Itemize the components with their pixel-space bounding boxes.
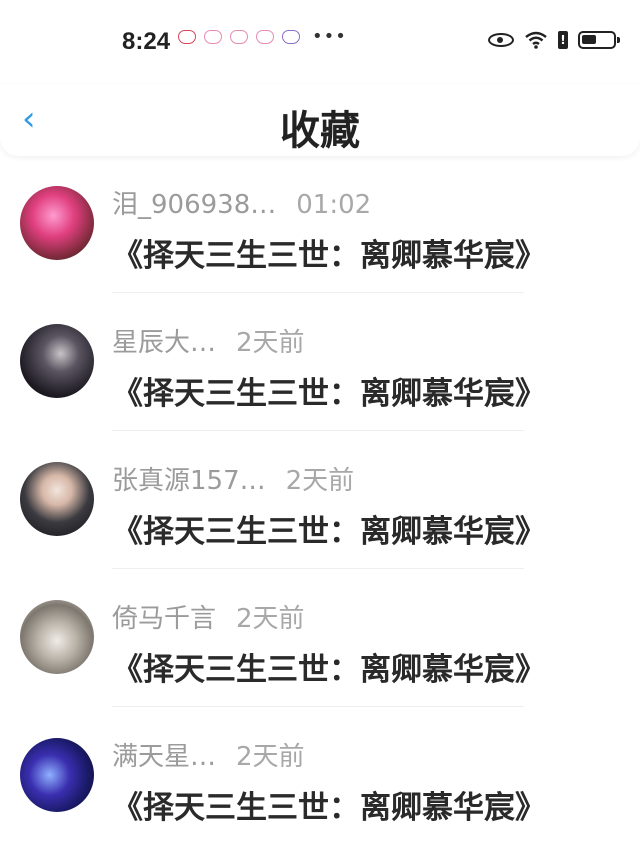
- more-notifications-icon: •••: [312, 26, 347, 47]
- username: 张真源157…: [112, 466, 266, 496]
- page-title: 收藏: [280, 108, 360, 154]
- item-meta: 满天星… 2天前: [112, 736, 305, 773]
- favorites-list: 泪_906938… 01:02 《择天三生三世：离卿慕华宸》 星辰大… 2天前 《择…: [0, 172, 640, 862]
- avatar[interactable]: [20, 462, 94, 536]
- divider: [112, 568, 524, 569]
- list-item[interactable]: 满天星… 2天前 《择天三生三世：离卿慕华宸》: [0, 724, 640, 862]
- list-item[interactable]: 泪_906938… 01:02 《择天三生三世：离卿慕华宸》: [0, 172, 640, 310]
- username: 倚马千言: [112, 604, 217, 634]
- divider: [112, 706, 524, 707]
- avatar[interactable]: [20, 186, 94, 260]
- warning-icon: !: [558, 31, 568, 49]
- list-item[interactable]: 倚马千言 2天前 《择天三生三世：离卿慕华宸》: [0, 586, 640, 724]
- heart-notif-icon: [230, 30, 248, 44]
- avatar[interactable]: [20, 324, 94, 398]
- system-icons: !: [488, 30, 620, 50]
- book-title: 《择天三生三世：离卿慕华宸》: [112, 790, 546, 826]
- timestamp: 2天前: [236, 742, 305, 772]
- battery-icon: [578, 31, 620, 49]
- book-title: 《择天三生三世：离卿慕华宸》: [112, 514, 546, 550]
- book-title: 《择天三生三世：离卿慕华宸》: [112, 376, 546, 412]
- item-meta: 倚马千言 2天前: [112, 598, 305, 635]
- clock: 8:24: [122, 28, 171, 55]
- item-meta: 张真源157… 2天前: [112, 460, 354, 497]
- heart-notif-icon: [204, 30, 222, 44]
- book-title: 《择天三生三世：离卿慕华宸》: [112, 238, 546, 274]
- eye-icon: [488, 33, 514, 47]
- divider: [112, 292, 524, 293]
- book-title: 《择天三生三世：离卿慕华宸》: [112, 652, 546, 688]
- list-item[interactable]: 张真源157… 2天前 《择天三生三世：离卿慕华宸》: [0, 448, 640, 586]
- timestamp: 2天前: [236, 604, 305, 634]
- username: 满天星…: [112, 742, 217, 772]
- wifi-icon: [525, 31, 547, 49]
- item-meta: 泪_906938… 01:02: [112, 184, 371, 221]
- username: 星辰大…: [112, 328, 217, 358]
- list-item[interactable]: 星辰大… 2天前 《择天三生三世：离卿慕华宸》: [0, 310, 640, 448]
- timestamp: 01:02: [296, 190, 372, 220]
- avatar[interactable]: [20, 600, 94, 674]
- timestamp: 2天前: [285, 466, 355, 496]
- heart-notif-icon: [178, 30, 196, 44]
- username: 泪_906938…: [112, 190, 277, 220]
- divider: [112, 430, 524, 431]
- timestamp: 2天前: [236, 328, 305, 358]
- nav-bar: ‹ 收藏: [0, 84, 640, 156]
- status-bar: 8:24 ••• !: [0, 0, 640, 84]
- avatar[interactable]: [20, 738, 94, 812]
- notification-icons: •••: [178, 26, 347, 47]
- heart-notif-icon: [256, 30, 274, 44]
- heart-notif-icon: [282, 30, 300, 44]
- item-meta: 星辰大… 2天前: [112, 322, 305, 359]
